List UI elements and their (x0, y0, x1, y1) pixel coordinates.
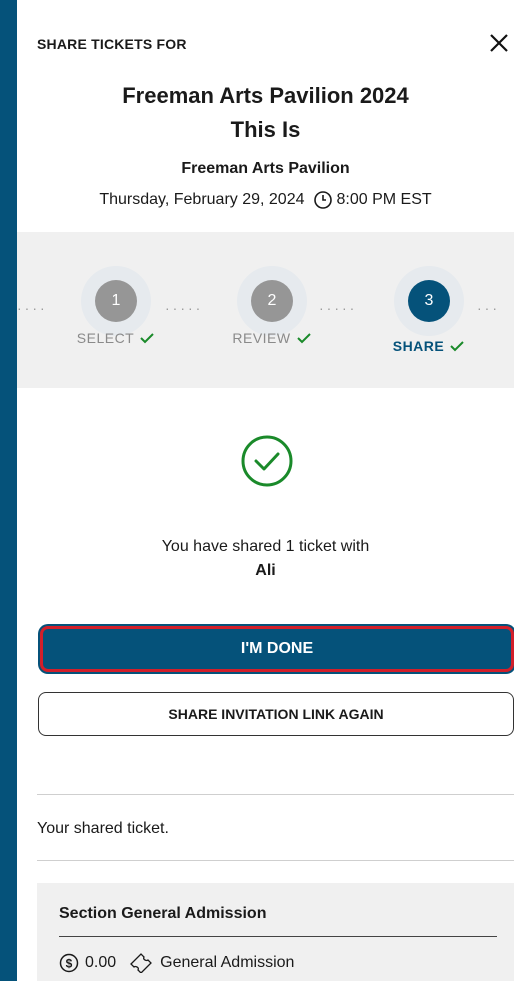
step-number: 3 (408, 280, 450, 322)
ticket-icon (130, 953, 153, 973)
ticket-meta: $ 0.00 General Admission (59, 953, 294, 973)
step-label: REVIEW (232, 330, 291, 346)
checkmark-icon (450, 341, 464, 352)
checkmark-icon (140, 333, 154, 344)
event-time-group: 8:00 PM EST (313, 190, 432, 210)
success-check-icon (241, 435, 293, 487)
event-time: 8:00 PM EST (336, 191, 432, 208)
share-invitation-link-again-button[interactable]: SHARE INVITATION LINK AGAIN (38, 692, 514, 736)
stepper-connector: ··· (477, 300, 500, 316)
stepper-connector: ····· (165, 300, 204, 316)
progress-stepper: ···· ····· ····· ··· 1 SELECT 2 REVIEW 3… (17, 232, 514, 388)
venue-name: Freeman Arts Pavilion (181, 160, 350, 177)
recipient-name: Ali (255, 562, 276, 579)
stepper-connector: ···· (17, 300, 48, 316)
divider (37, 860, 514, 861)
ticket-section: Section General Admission (59, 905, 267, 922)
header-label: SHARE TICKETS FOR (37, 36, 187, 52)
shared-message: You have shared 1 ticket with (161, 538, 370, 555)
svg-text:$: $ (66, 957, 73, 971)
step-select: 1 SELECT (66, 266, 166, 366)
close-icon[interactable] (484, 28, 514, 58)
divider (37, 794, 514, 795)
checkmark-icon (296, 333, 311, 344)
event-datetime: Thursday, February 29, 2024 8:00 PM EST (17, 190, 514, 210)
step-number: 2 (251, 280, 293, 322)
ticket-type: General Admission (160, 954, 295, 971)
step-label: SELECT (76, 330, 135, 346)
dollar-icon: $ (59, 953, 79, 973)
close-button[interactable] (484, 28, 514, 58)
stepper-connector: ····· (319, 300, 358, 316)
step-review: 2 REVIEW (222, 266, 322, 366)
step-share: 3 SHARE (379, 266, 479, 366)
ticket-price: 0.00 (85, 954, 117, 971)
share-tickets-panel: SHARE TICKETS FOR Freeman Arts Pavilion … (17, 0, 514, 981)
im-done-button[interactable]: I'M DONE (40, 626, 514, 672)
step-number: 1 (95, 280, 137, 322)
event-title-line1: Freeman Arts Pavilion 2024 (122, 83, 409, 108)
event-date: Thursday, February 29, 2024 (99, 191, 305, 208)
clock-icon (313, 191, 332, 209)
step-label: SHARE (392, 338, 445, 354)
card-divider (59, 936, 497, 937)
event-title-line2: This Is (230, 117, 301, 142)
ticket-card: Section General Admission $ 0.00 General… (37, 883, 514, 981)
shared-ticket-heading: Your shared ticket. (37, 820, 169, 837)
